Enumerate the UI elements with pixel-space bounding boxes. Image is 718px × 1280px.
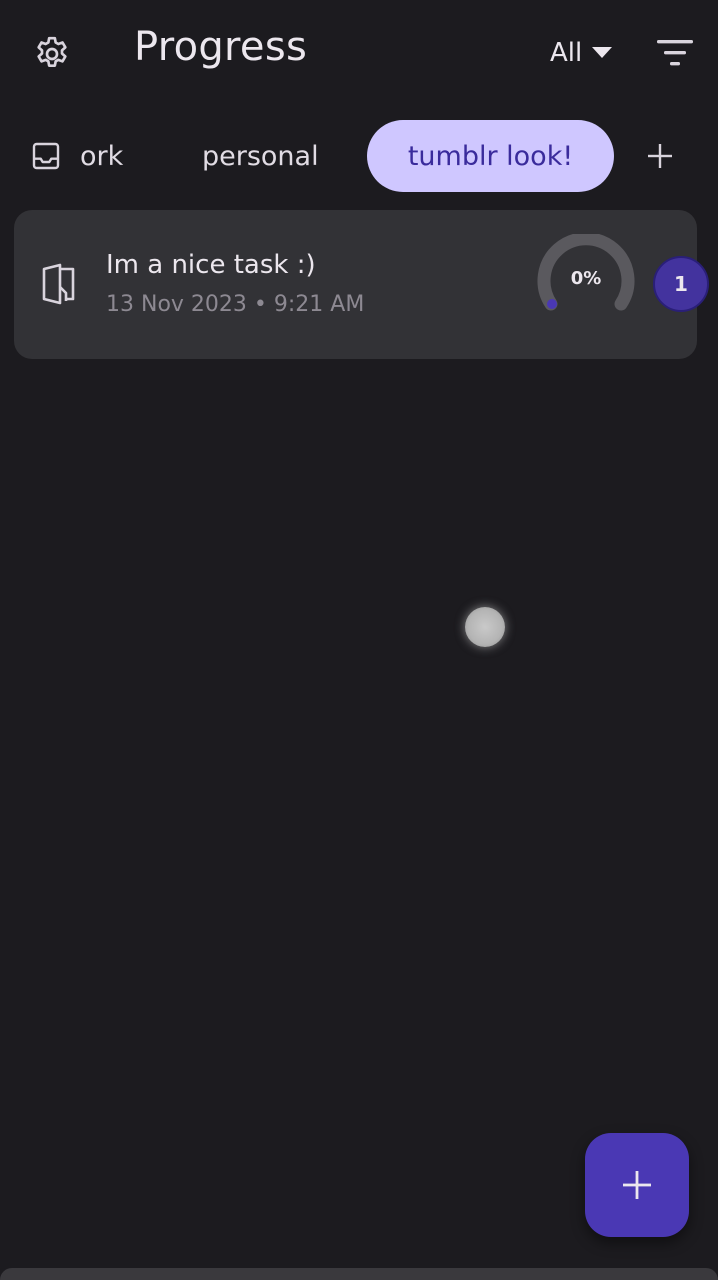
tab-ork[interactable]: ork [30, 120, 123, 192]
door-open-icon [42, 263, 75, 305]
bottom-sheet-edge [0, 1268, 718, 1280]
tab-label: personal [202, 140, 319, 172]
progress-indicator-dot [547, 299, 557, 309]
sort-button[interactable] [652, 30, 698, 76]
filter-value: All [550, 38, 583, 68]
subtask-count-badge[interactable]: 1 [653, 256, 709, 312]
filter-dropdown[interactable]: All [550, 32, 613, 74]
plus-icon [623, 1171, 651, 1199]
category-tabs: ork personal tumblr look! [0, 120, 718, 194]
touch-indicator [465, 607, 505, 647]
tab-personal[interactable]: personal [202, 120, 319, 192]
plus-icon [648, 144, 672, 168]
screen: Progress All ork personal tumblr look! I… [0, 0, 718, 1280]
top-app-bar: Progress All [0, 0, 718, 104]
gear-icon [37, 36, 67, 67]
tab-label: tumblr look! [407, 140, 574, 172]
task-title: Im a nice task :) [106, 250, 316, 280]
add-category-button[interactable] [638, 134, 682, 178]
sort-lines-icon [657, 40, 693, 66]
task-card[interactable]: Im a nice task :) 13 Nov 2023 • 9:21 AM … [14, 210, 709, 359]
tab-label: ork [80, 140, 124, 172]
settings-button[interactable] [28, 30, 76, 78]
caret-down-icon [592, 47, 613, 58]
task-date-time: 13 Nov 2023 • 9:21 AM [106, 292, 365, 317]
add-task-button[interactable] [585, 1133, 689, 1237]
subtask-count: 1 [674, 272, 688, 296]
progress-percentage: 0% [570, 268, 602, 289]
inbox-icon [32, 142, 60, 170]
tab-tumblr-look[interactable]: tumblr look! [367, 120, 614, 192]
page-title: Progress [134, 24, 308, 70]
